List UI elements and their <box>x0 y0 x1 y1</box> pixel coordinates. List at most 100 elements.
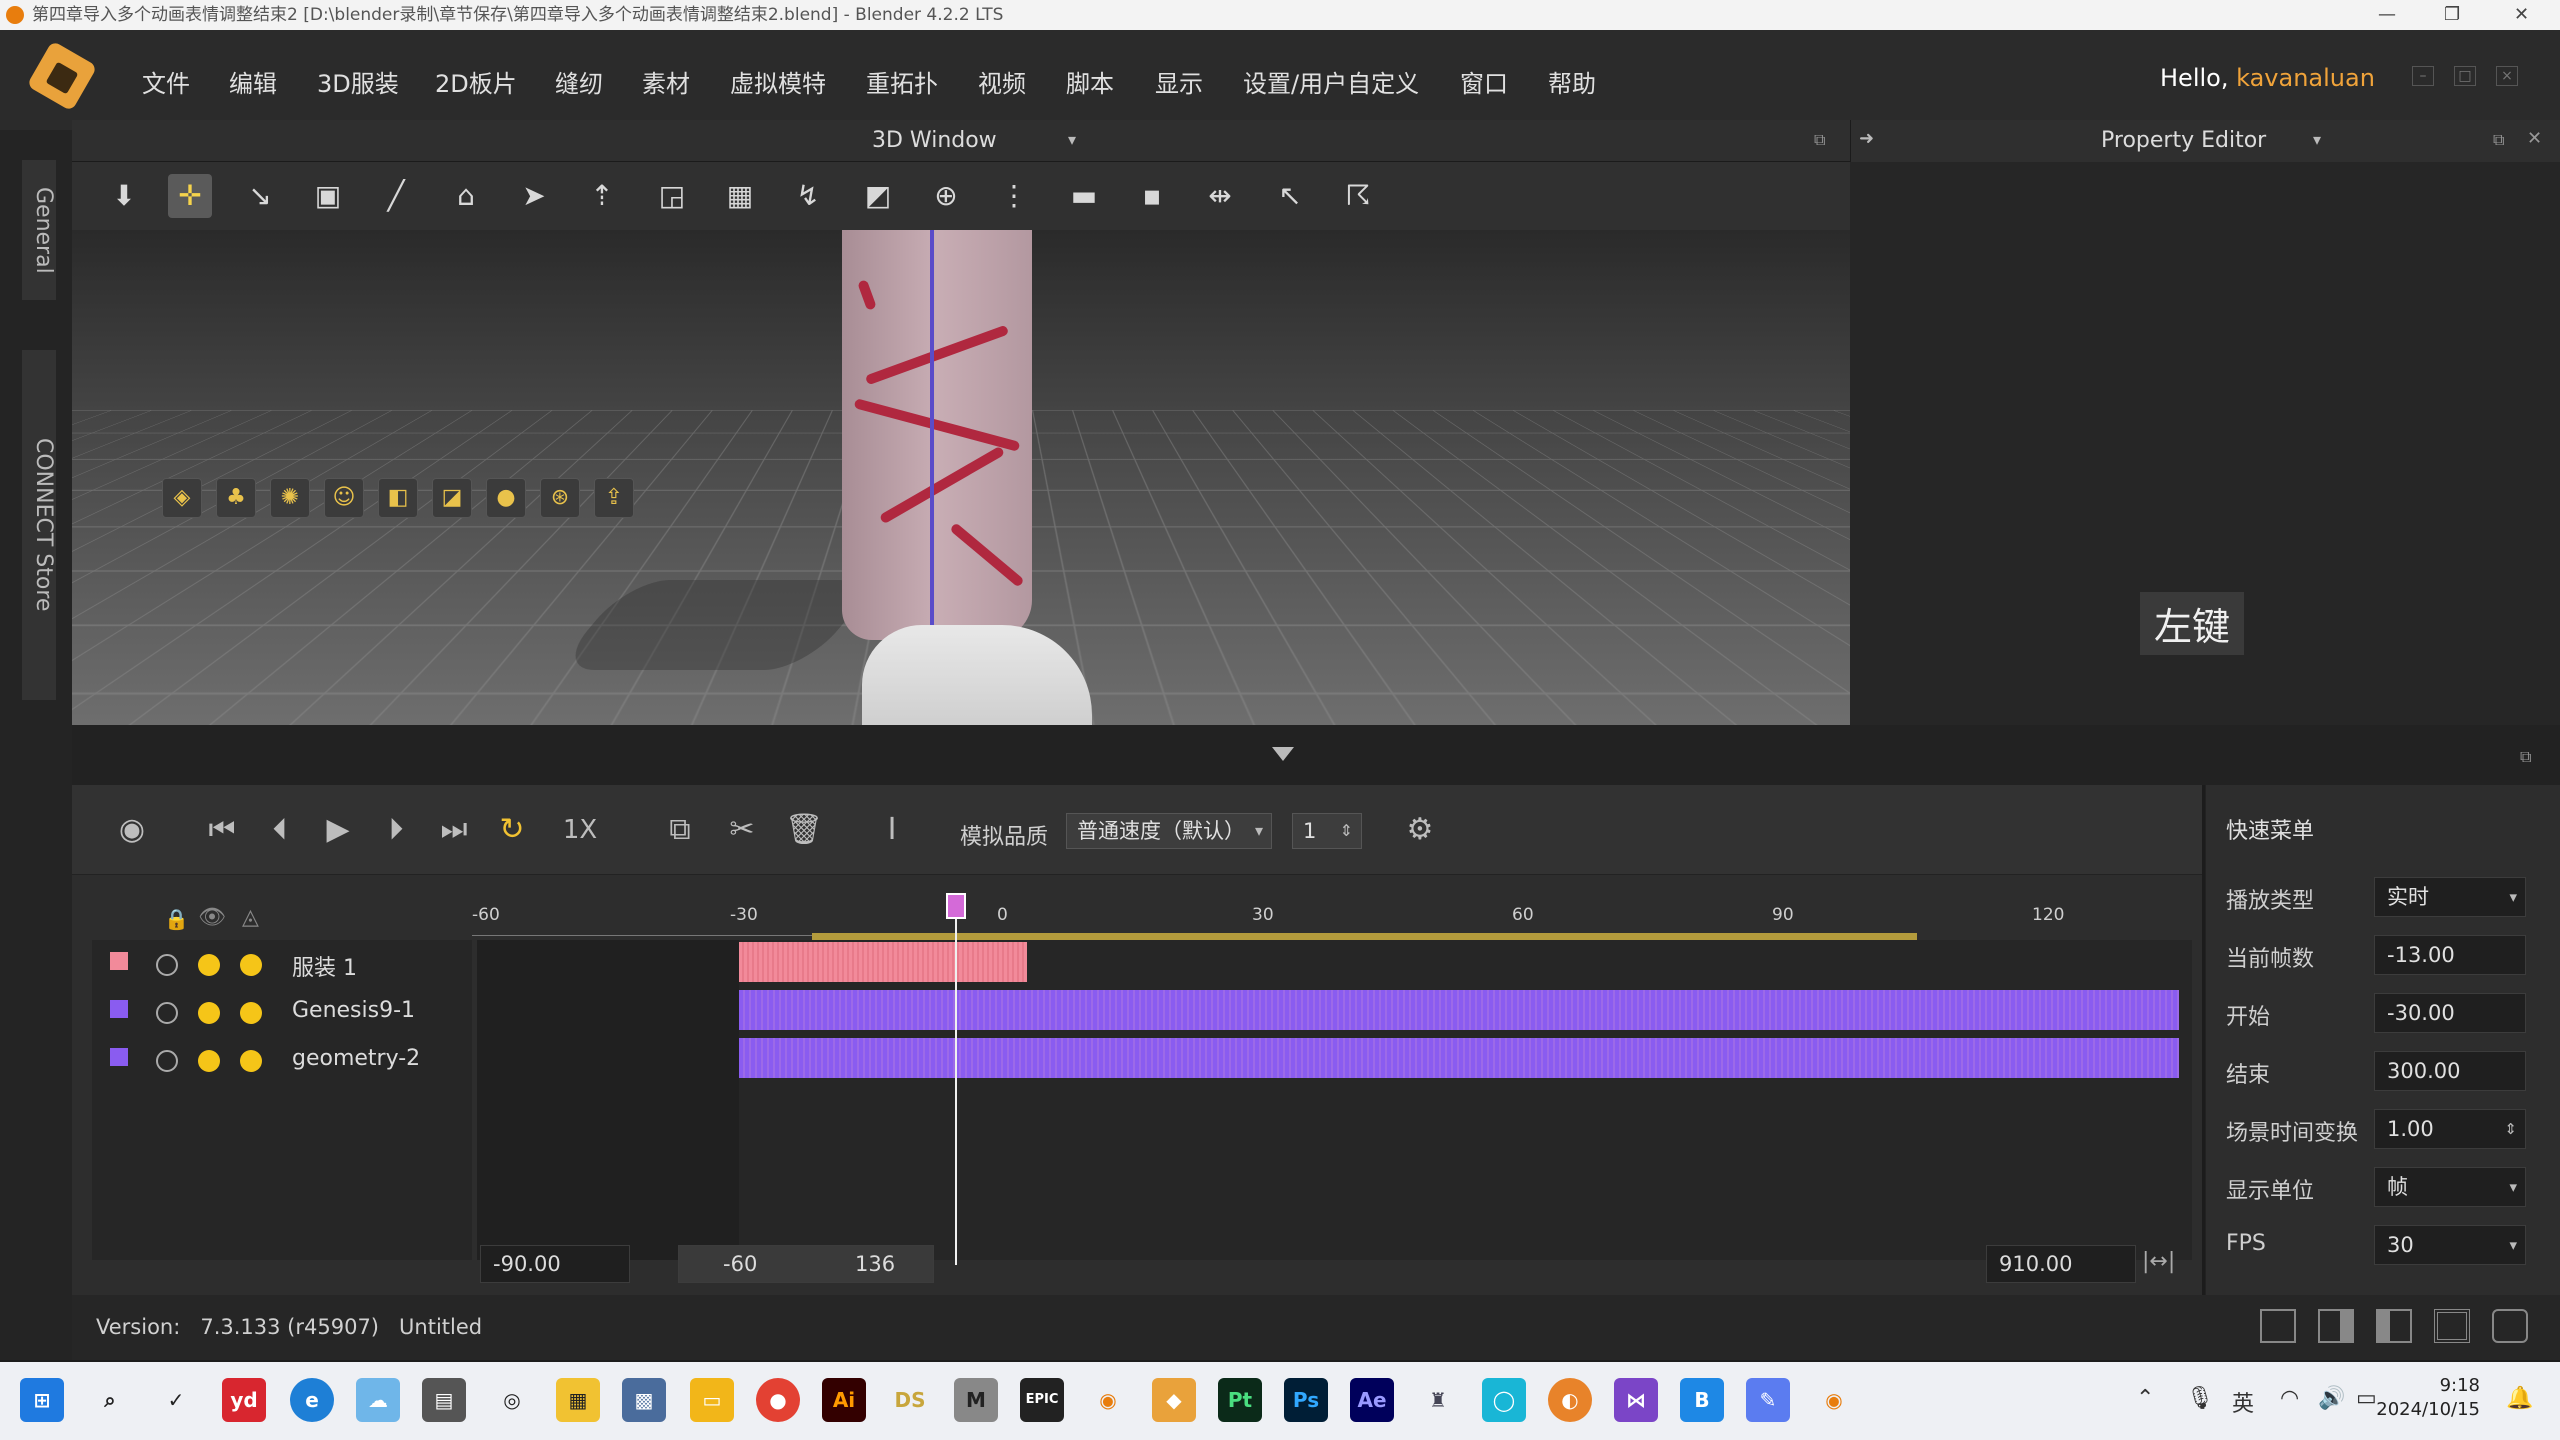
youdao-icon[interactable]: yd <box>222 1378 266 1422</box>
volume-icon[interactable]: 🔊 <box>2318 1386 2345 1411</box>
points-icon[interactable]: ✺ <box>270 478 310 518</box>
epic-games-icon[interactable]: EPIC <box>1020 1378 1064 1422</box>
brush-tool-icon[interactable]: ↖ <box>1268 174 1312 218</box>
play-icon[interactable]: ▶ <box>318 807 358 853</box>
go-end-icon[interactable]: ⏭ <box>434 807 474 853</box>
property-dropdown-icon[interactable]: ▾ <box>2313 130 2321 149</box>
viewport-3d[interactable]: ◈ ♣ ✺ ☺ ◧ ◪ ● ⊛ ⇪ <box>72 230 1850 725</box>
avatar-leg[interactable] <box>842 230 1032 640</box>
property-popout-icon[interactable]: ⧉ <box>2493 130 2504 150</box>
quality-dropdown[interactable]: 普通速度（默认） ▾ <box>1066 813 1272 849</box>
view-range-scrollbar[interactable]: -60 136 <box>678 1245 934 1283</box>
app-orange-icon[interactable]: ◐ <box>1548 1378 1592 1422</box>
blender2-icon[interactable]: ◉ <box>1812 1378 1856 1422</box>
photoshop-icon[interactable]: Ps <box>1284 1378 1328 1422</box>
maximize-button[interactable]: ❐ <box>2444 0 2460 30</box>
marvelous-icon[interactable]: M <box>954 1378 998 1422</box>
app-cloud-icon[interactable]: ☁ <box>356 1378 400 1422</box>
settings-gear-icon[interactable]: ⚙ <box>1400 807 1440 853</box>
box-tool-icon[interactable]: ◲ <box>650 174 694 218</box>
input-language[interactable]: 英 <box>2232 1386 2254 1418</box>
track-row[interactable]: geometry-2 <box>92 1036 472 1084</box>
tab-connect-store[interactable]: CONNECT Store <box>22 350 56 700</box>
edge-icon[interactable]: e <box>290 1378 334 1422</box>
layout-quad-icon[interactable] <box>2434 1309 2470 1343</box>
globe-icon[interactable]: ⊛ <box>540 478 580 518</box>
menu-settings[interactable]: 设置/用户自定义 <box>1243 64 1419 99</box>
pose-tool-icon[interactable]: ☈ <box>1336 174 1380 218</box>
fit-tool-icon[interactable]: ◩ <box>856 174 900 218</box>
track-row[interactable]: Genesis9-1 <box>92 988 472 1036</box>
export-icon[interactable]: ⇪ <box>594 478 634 518</box>
track-lock-toggle[interactable] <box>156 954 178 976</box>
garment-icon[interactable]: ♣ <box>216 478 256 518</box>
layout-reset-icon[interactable] <box>2492 1309 2528 1343</box>
bar-tool-icon[interactable]: ▬ <box>1062 174 1106 218</box>
track-lock-toggle[interactable] <box>156 1002 178 1024</box>
menu-sewing[interactable]: 缝纫 <box>555 64 603 99</box>
menu-display[interactable]: 显示 <box>1155 64 1203 99</box>
eye-icon[interactable]: 👁 <box>198 905 226 930</box>
range-end-field[interactable]: 910.00 <box>1986 1245 2136 1283</box>
lock-icon[interactable]: 🔒 <box>164 907 189 931</box>
next-frame-icon[interactable]: ⏵ <box>376 807 416 853</box>
microphone-icon[interactable]: 🎙 <box>2186 1386 2214 1411</box>
notification-icon[interactable]: 🔔 <box>2506 1386 2533 1411</box>
prev-frame-icon[interactable]: ⏴ <box>260 807 300 853</box>
window-3d-dropdown-icon[interactable]: ▾ <box>1068 130 1076 149</box>
user-name[interactable]: kavanaluan <box>2236 64 2375 92</box>
app-search2-icon[interactable]: ◎ <box>490 1378 534 1422</box>
grid-tool-icon[interactable]: ▦ <box>718 174 762 218</box>
menu-materials[interactable]: 素材 <box>642 64 690 99</box>
menu-3d-garment[interactable]: 3D服装 <box>317 64 399 99</box>
close-button[interactable]: ✕ <box>2514 0 2529 30</box>
track-solo-toggle[interactable] <box>240 954 262 976</box>
menu-2d-pattern[interactable]: 2D板片 <box>435 64 517 99</box>
track-solo-toggle[interactable] <box>240 1002 262 1024</box>
copy-keys-icon[interactable]: ⧉ <box>660 807 700 853</box>
person-icon[interactable]: ☺ <box>324 478 364 518</box>
playback-type-dropdown[interactable]: 实时 ▾ <box>2374 877 2526 917</box>
track-visible-toggle[interactable] <box>198 1002 220 1024</box>
record-icon[interactable]: ◉ <box>112 807 152 853</box>
menu-avatar[interactable]: 虚拟模特 <box>730 64 826 99</box>
garment-tool-icon[interactable]: ▣ <box>306 174 350 218</box>
tab-general[interactable]: General <box>22 160 56 300</box>
daz-studio-icon[interactable]: DS <box>888 1378 932 1422</box>
menu-video[interactable]: 视频 <box>978 64 1026 99</box>
clo-app-icon[interactable]: ◆ <box>1152 1378 1196 1422</box>
store-icon[interactable]: ▦ <box>556 1378 600 1422</box>
folder-icon[interactable]: ▭ <box>690 1378 734 1422</box>
menu-help[interactable]: 帮助 <box>1548 64 1596 99</box>
menu-file[interactable]: 文件 <box>142 64 190 99</box>
track-visible-toggle[interactable] <box>198 954 220 976</box>
property-close-icon[interactable]: ✕ <box>2527 128 2542 149</box>
cut-icon[interactable]: ✂ <box>722 807 762 853</box>
timeline-popout-icon[interactable]: ⧉ <box>2520 747 2531 767</box>
tray-expand-icon[interactable]: ⌃ <box>2136 1386 2154 1411</box>
panel-splitter[interactable]: ⧉ <box>72 725 2560 785</box>
line-tool-icon[interactable]: ╱ <box>374 174 418 218</box>
battery-icon[interactable]: ▭ <box>2356 1386 2377 1411</box>
move-tool-icon[interactable]: ✛ <box>168 174 212 218</box>
track-visible-toggle[interactable] <box>198 1050 220 1072</box>
speed-button[interactable]: 1X <box>560 807 600 853</box>
track-lock-toggle[interactable] <box>156 1050 178 1072</box>
pattern-icon[interactable]: ◪ <box>432 478 472 518</box>
app-maximize-button[interactable]: □ <box>2454 66 2476 86</box>
visual-studio-icon[interactable]: ⋈ <box>1614 1378 1658 1422</box>
blender-icon[interactable]: ◉ <box>1086 1378 1130 1422</box>
menu-window[interactable]: 窗口 <box>1460 64 1508 99</box>
step-spinner[interactable]: 1 ⇕ <box>1292 813 1362 849</box>
fabric-icon[interactable]: ◧ <box>378 478 418 518</box>
zipper-tool-icon[interactable]: ⋮ <box>992 174 1036 218</box>
block-tool-icon[interactable]: ▪ <box>1130 174 1174 218</box>
app-minimize-button[interactable]: – <box>2412 66 2434 86</box>
fps-dropdown[interactable]: 30 ▾ <box>2374 1225 2526 1265</box>
pin-arrow-icon[interactable]: ➜ <box>1859 128 1874 149</box>
start-icon[interactable]: ⊞ <box>20 1378 64 1422</box>
calculator-icon[interactable]: ▩ <box>622 1378 666 1422</box>
measure-tool-icon[interactable]: ↯ <box>786 174 830 218</box>
app-pen-icon[interactable]: ✎ <box>1746 1378 1790 1422</box>
app-q-icon[interactable]: ◯ <box>1482 1378 1526 1422</box>
